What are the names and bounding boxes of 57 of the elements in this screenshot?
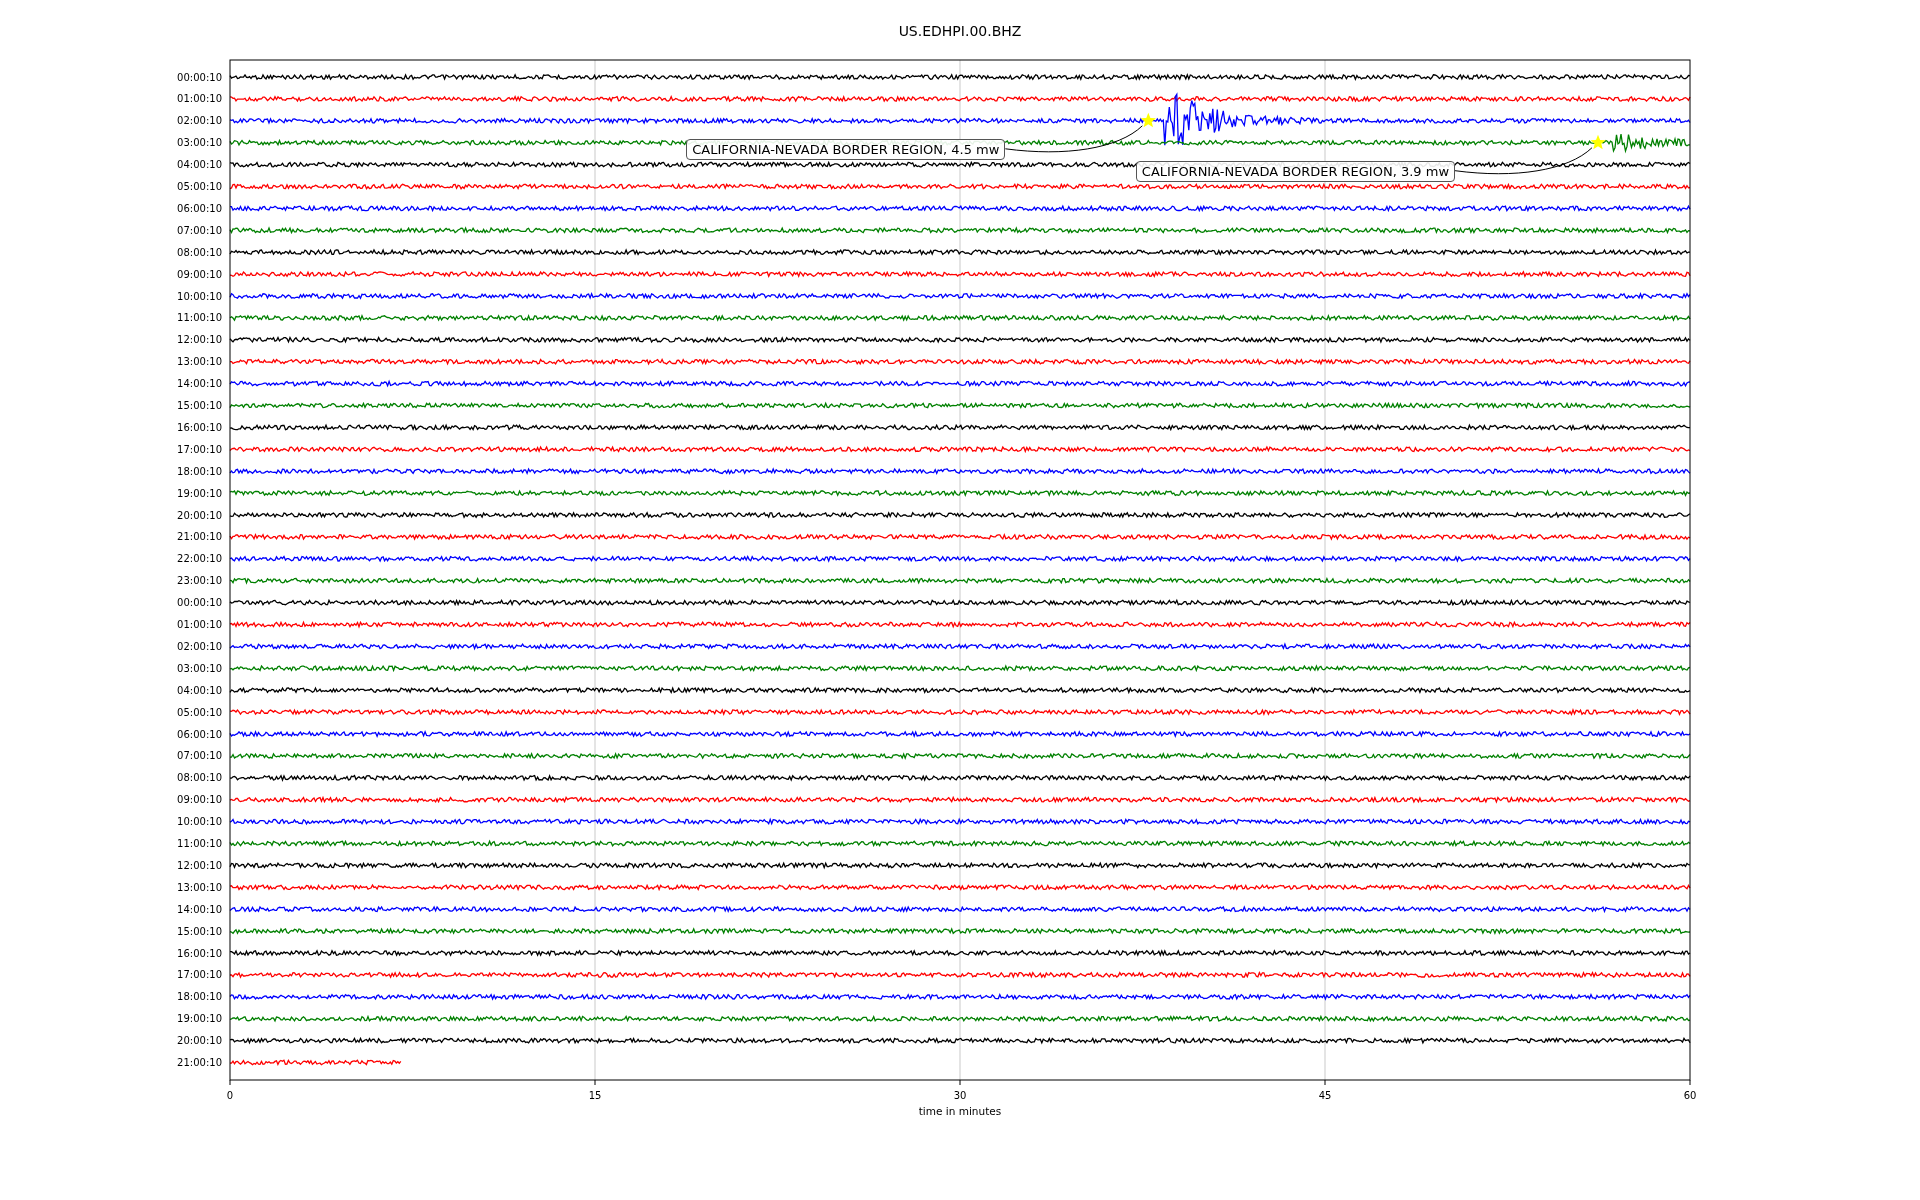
axis-label: 15:00:10	[177, 400, 222, 411]
axis-label: 11:00:10	[177, 838, 222, 849]
axis-label: 30	[953, 1090, 967, 1101]
axis-label: 18:00:10	[177, 465, 222, 477]
event-label: CALIFORNIA-NEVADA BORDER REGION, 4.5 mw	[686, 138, 1006, 160]
axis-label: 11:00:10	[177, 312, 222, 324]
axis-label: 09:00:10	[177, 268, 222, 280]
axis-label: 15	[588, 1090, 602, 1101]
axis-label: 05:00:10	[177, 706, 222, 718]
axis-label: 02:00:10	[177, 115, 222, 127]
axis-label: 02:00:10	[177, 640, 222, 652]
axis-label: 04:00:10	[177, 684, 222, 696]
axis-label: 03:00:10	[177, 137, 222, 149]
axis-label: 19:00:10	[177, 1013, 222, 1025]
axis-label: 16:00:10	[177, 421, 222, 433]
axis-label: 08:00:10	[177, 246, 222, 258]
axis-label: 15:00:10	[177, 925, 222, 937]
axis-label: 13:00:10	[177, 356, 222, 368]
axis-label: 14:00:10	[177, 378, 222, 390]
axis-label: 05:00:10	[177, 181, 222, 192]
star-icon	[1590, 134, 1606, 150]
axis-label: 03:00:10	[177, 662, 222, 674]
axis-label: 12:00:10	[177, 859, 222, 871]
axis-label: 01:00:10	[177, 93, 222, 105]
axis-label: 22:00:10	[177, 553, 222, 565]
event-label: CALIFORNIA-NEVADA BORDER REGION, 3.9 mw	[1135, 160, 1456, 182]
chart-title: US.EDHPI.00.BHZ	[898, 23, 1022, 39]
axis-label: 16:00:10	[177, 947, 222, 959]
axis-label: 17:00:10	[177, 969, 222, 981]
axis-label: 07:00:10	[177, 750, 222, 762]
axis-label: 10:00:10	[177, 290, 222, 302]
axis-label: 09:00:10	[177, 794, 222, 806]
axis-label: 17:00:10	[177, 443, 222, 455]
axis-label: 19:00:10	[177, 487, 222, 499]
axis-label: 12:00:10	[177, 334, 222, 346]
axis-label: 04:00:10	[177, 159, 222, 171]
axis-label: 45	[1318, 1090, 1332, 1101]
axis-label: 13:00:10	[177, 881, 222, 893]
axis-label: 06:00:10	[177, 728, 222, 740]
axis-label: 00:00:10	[177, 71, 222, 83]
axis-label: 07:00:10	[177, 224, 222, 236]
axis-label: 21:00:10	[177, 1057, 222, 1068]
axis-label: 60	[1683, 1090, 1697, 1101]
axis-label: 08:00:10	[177, 772, 222, 784]
axis-label: 01:00:10	[177, 619, 222, 630]
axis-label: 06:00:10	[177, 202, 222, 214]
axis-label: 21:00:10	[177, 531, 222, 543]
star-icon	[1140, 112, 1156, 128]
axis-title: time in minutes	[918, 1105, 1002, 1117]
axis-label: 18:00:10	[177, 991, 222, 1003]
axis-label: 14:00:10	[177, 903, 222, 915]
axis-label: 23:00:10	[177, 575, 222, 587]
axis-label: 00:00:10	[177, 597, 222, 609]
axis-label: 20:00:10	[177, 509, 222, 521]
axis-label: 0	[226, 1090, 234, 1101]
axis-label: 20:00:10	[177, 1035, 222, 1047]
axis-label: 10:00:10	[177, 816, 222, 828]
